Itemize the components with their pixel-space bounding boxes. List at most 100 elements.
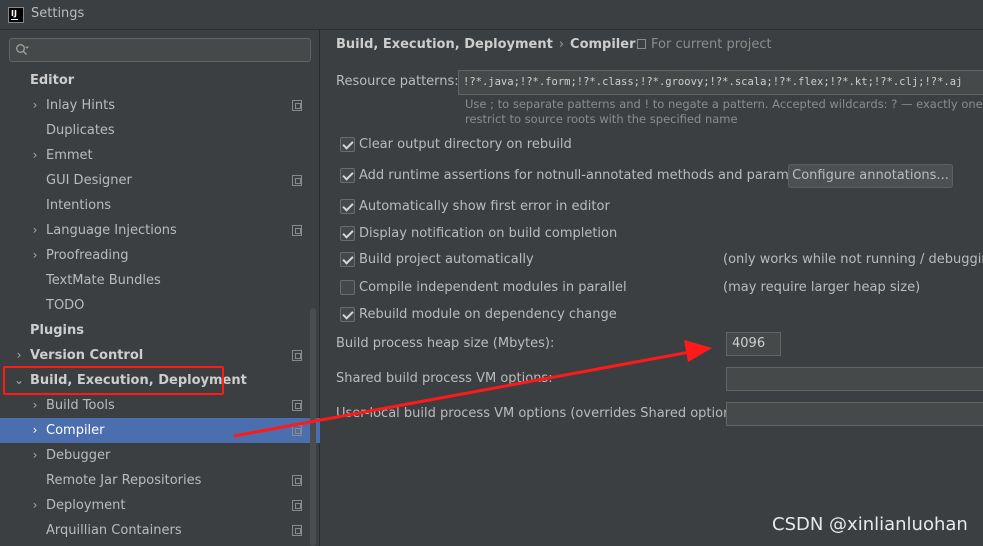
resource-patterns-label: Resource patterns: [336, 74, 459, 89]
sidebar-item-todo[interactable]: TODO [0, 293, 320, 318]
project-scope-icon [292, 400, 302, 411]
option-note: (may require larger heap size) [723, 280, 921, 295]
sidebar-item-label: Remote Jar Repositories [46, 473, 202, 488]
sidebar-item-compiler[interactable]: › Compiler [0, 418, 320, 443]
project-scope-icon [292, 475, 302, 486]
option-note: (only works while not running / debuggin… [723, 252, 983, 267]
chevron-right-icon[interactable]: › [29, 493, 41, 518]
chevron-right-icon[interactable]: › [13, 343, 25, 368]
sidebar-item-duplicates[interactable]: Duplicates [0, 118, 320, 143]
settings-tree: Editor › Inlay Hints Duplicates › Emmet GUI De… [0, 68, 320, 543]
checkbox[interactable] [340, 168, 355, 183]
option-label[interactable]: Compile independent modules in parallel [359, 278, 627, 298]
breadcrumb-parent[interactable]: Build, Execution, Deployment [336, 37, 553, 52]
checkbox[interactable] [340, 280, 355, 295]
hint-line-2: restrict to source roots with the specif… [465, 112, 738, 126]
sidebar-item-label: TextMate Bundles [46, 273, 161, 288]
project-scope-icon [292, 500, 302, 511]
checkbox[interactable] [340, 199, 355, 214]
checkbox[interactable] [340, 137, 355, 152]
breadcrumb: Build, Execution, Deployment › Compiler [336, 37, 636, 52]
sidebar-item-label: Proofreading [46, 248, 129, 263]
user-vm-options-label: User-local build process VM options (ove… [336, 406, 748, 421]
search-input[interactable] [9, 38, 311, 62]
breadcrumb-separator: › [558, 37, 565, 52]
window-title: Settings [31, 6, 85, 21]
checkbox[interactable] [340, 226, 355, 241]
hint-line-1: Use ; to separate patterns and ! to nega… [465, 97, 983, 111]
project-scope-icon [292, 525, 302, 536]
sidebar-item-label: Emmet [46, 148, 93, 163]
sidebar-item-textmate-bundles[interactable]: TextMate Bundles [0, 268, 320, 293]
compiler-settings-panel: Build, Execution, Deployment › Compiler Fo… [321, 30, 983, 546]
sidebar-item-label: Arquillian Containers [46, 523, 182, 538]
checkbox[interactable] [340, 252, 355, 267]
sidebar-item-remote-jar-repositories[interactable]: Remote Jar Repositories [0, 468, 320, 493]
sidebar-item-inlay-hints[interactable]: › Inlay Hints [0, 93, 320, 118]
checkbox[interactable] [340, 307, 355, 322]
option-label[interactable]: Add runtime assertions for notnull-annot… [359, 166, 822, 186]
sidebar-item-deployment[interactable]: › Deployment [0, 493, 320, 518]
resource-patterns-input[interactable]: !?*.java;!?*.form;!?*.class;!?*.groovy;!… [458, 70, 983, 95]
sidebar-item-version-control[interactable]: › Version Control [0, 343, 320, 368]
sidebar-item-label: GUI Designer [46, 173, 132, 188]
resource-patterns-hint: Use ; to separate patterns and ! to nega… [465, 97, 983, 127]
project-scope-icon [292, 350, 302, 361]
chevron-right-icon[interactable]: › [29, 143, 41, 168]
sidebar-item-emmet[interactable]: › Emmet [0, 143, 320, 168]
project-scope-icon [292, 175, 302, 186]
project-scope-icon [292, 425, 302, 436]
sidebar-item-label: Debugger [46, 448, 111, 463]
configure-annotations-button[interactable]: Configure annotations... [788, 164, 953, 188]
sidebar-item-gui-designer[interactable]: GUI Designer [0, 168, 320, 193]
sidebar-item-label: Duplicates [46, 123, 115, 138]
sidebar-item-label: Language Injections [46, 223, 177, 238]
sidebar-item-debugger[interactable]: › Debugger [0, 443, 320, 468]
option-label[interactable]: Rebuild module on dependency change [359, 305, 617, 325]
intellij-app-icon [8, 7, 24, 23]
watermark-text: CSDN @xinlianluohan [772, 514, 968, 535]
sidebar-item-arquillian-containers[interactable]: Arquillian Containers [0, 518, 320, 543]
sidebar-item-proofreading[interactable]: › Proofreading [0, 243, 320, 268]
title-bar: Settings [0, 0, 983, 30]
scope-label: For current project [651, 37, 772, 52]
user-vm-options-input[interactable] [726, 402, 983, 426]
chevron-right-icon[interactable]: › [29, 443, 41, 468]
sidebar-item-language-injections[interactable]: › Language Injections [0, 218, 320, 243]
sidebar-item-label: Editor [30, 73, 75, 88]
project-scope-icon [637, 39, 646, 49]
sidebar-item-label: Compiler [46, 423, 105, 438]
heap-size-label: Build process heap size (Mbytes): [336, 336, 555, 351]
option-label[interactable]: Automatically show first error in editor [359, 197, 610, 217]
sidebar-item-label: Deployment [46, 498, 126, 513]
chevron-right-icon[interactable]: › [29, 93, 41, 118]
chevron-right-icon[interactable]: › [29, 243, 41, 268]
sidebar-item-label: Plugins [30, 323, 84, 338]
shared-vm-options-input[interactable] [726, 367, 983, 391]
sidebar-item-label: Build Tools [46, 398, 115, 413]
shared-vm-options-label: Shared build process VM options: [336, 371, 553, 386]
heap-size-input[interactable]: 4096 [726, 332, 781, 356]
settings-sidebar: Editor › Inlay Hints Duplicates › Emmet GUI De… [0, 30, 320, 546]
chevron-right-icon[interactable]: › [29, 393, 41, 418]
breadcrumb-current: Compiler [570, 37, 636, 52]
option-label[interactable]: Build project automatically [359, 250, 534, 270]
sidebar-item-label: Version Control [30, 348, 144, 363]
chevron-right-icon[interactable]: › [29, 418, 41, 443]
sidebar-item-plugins[interactable]: Plugins [0, 318, 320, 343]
annotation-highlight-box [3, 366, 224, 395]
sidebar-item-intentions[interactable]: Intentions [0, 193, 320, 218]
option-label[interactable]: Display notification on build completion [359, 224, 617, 244]
sidebar-item-label: TODO [46, 298, 85, 313]
search-icon [16, 44, 29, 55]
sidebar-item-editor[interactable]: Editor [0, 68, 320, 93]
sidebar-item-build-tools[interactable]: › Build Tools [0, 393, 320, 418]
sidebar-item-label: Inlay Hints [46, 98, 115, 113]
project-scope-icon [292, 100, 302, 111]
chevron-right-icon[interactable]: › [29, 218, 41, 243]
sidebar-scrollbar[interactable] [310, 308, 316, 546]
project-scope-icon [292, 225, 302, 236]
scope-indicator: For current project [637, 37, 772, 52]
sidebar-item-label: Intentions [46, 198, 112, 213]
option-label[interactable]: Clear output directory on rebuild [359, 135, 572, 155]
